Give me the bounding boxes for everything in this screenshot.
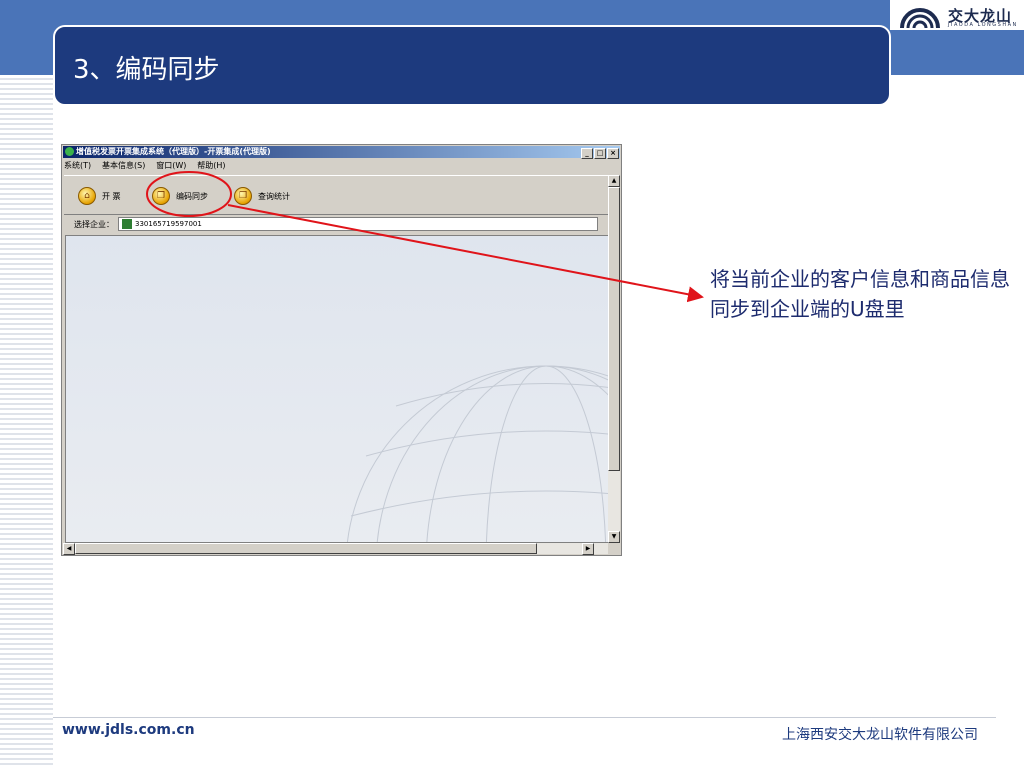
footer-divider	[53, 717, 996, 718]
menu-system[interactable]: 系统(T)	[64, 161, 91, 170]
code-sync-label: 编码同步	[176, 191, 208, 201]
logo-arc-icon	[900, 8, 940, 29]
sync-icon: ❐	[152, 187, 170, 205]
query-icon: ❒	[234, 187, 252, 205]
app-window: 增值税发票开票集成系统（代理版）-开票集成(代理版) _ □ × 系统(T) 基本信…	[61, 144, 622, 556]
client-area	[65, 235, 609, 543]
title-box: 3、编码同步	[53, 25, 891, 106]
window-titlebar: 增值税发票开票集成系统（代理版）-开票集成(代理版) _ □ ×	[63, 146, 620, 159]
issue-invoice-label: 开 票	[102, 191, 121, 201]
scroll-up-icon[interactable]: ▲	[608, 175, 620, 187]
scroll-left-icon[interactable]: ◀	[63, 543, 75, 555]
issue-invoice-button[interactable]: ⌂ 开 票	[78, 186, 121, 206]
footer-company: 上海西安交大龙山软件有限公司	[782, 727, 978, 743]
company-code: 330165719597001	[135, 220, 202, 228]
window-title: 增值税发票开票集成系统（代理版）-开票集成(代理版)	[76, 147, 271, 156]
toolbar: ⌂ 开 票 ❐ 编码同步 ❒ 查询统计	[64, 175, 609, 215]
menu-basic-info[interactable]: 基本信息(S)	[102, 161, 145, 170]
logo-subtext: JIAODA LONGSHAN	[948, 22, 1018, 28]
slide-title: 3、编码同步	[73, 55, 220, 85]
menu-help[interactable]: 帮助(H)	[197, 161, 225, 170]
company-select-bar: 选择企业： 330165719597001	[64, 215, 609, 233]
annotation-text: 将当前企业的客户信息和商品信息同步到企业端的U盘里	[710, 267, 1010, 321]
query-stats-label: 查询统计	[258, 191, 290, 201]
left-stripes	[0, 75, 53, 768]
horizontal-scroll-thumb[interactable]	[75, 543, 537, 554]
horizontal-scrollbar[interactable]: ◀ ▶	[63, 543, 608, 555]
company-icon	[122, 219, 132, 229]
home-icon: ⌂	[78, 187, 96, 205]
close-button[interactable]: ×	[607, 148, 619, 159]
scroll-down-icon[interactable]: ▼	[608, 531, 620, 543]
company-logo: 交大龙山 JIAODA LONGSHAN	[898, 2, 1022, 30]
scroll-right-icon[interactable]: ▶	[582, 543, 594, 555]
maximize-button[interactable]: □	[594, 148, 606, 159]
minimize-button[interactable]: _	[581, 148, 593, 159]
menubar: 系统(T) 基本信息(S) 窗口(W) 帮助(H)	[64, 160, 234, 172]
company-selector[interactable]: 330165719597001	[118, 217, 598, 231]
vertical-scroll-thumb[interactable]	[608, 187, 620, 471]
query-stats-button[interactable]: ❒ 查询统计	[234, 186, 290, 206]
menu-window[interactable]: 窗口(W)	[156, 161, 186, 170]
app-icon	[65, 147, 74, 156]
globe-watermark-icon	[346, 365, 608, 542]
vertical-scrollbar[interactable]: ▲ ▼	[608, 175, 620, 543]
code-sync-button[interactable]: ❐ 编码同步	[152, 186, 208, 206]
footer-website[interactable]: www.jdls.com.cn	[62, 722, 195, 738]
select-company-label: 选择企业：	[74, 219, 114, 229]
window-controls: _ □ ×	[580, 147, 619, 159]
